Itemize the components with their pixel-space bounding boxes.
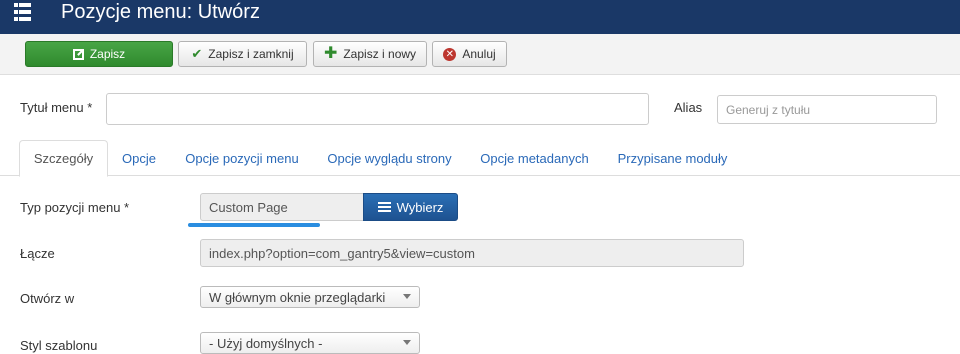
alias-input[interactable]: Generuj z tytułu <box>717 95 937 124</box>
alias-label: Alias <box>674 100 703 115</box>
cancel-button[interactable]: ✕ Anuluj <box>432 41 507 67</box>
title-label: Tytuł menu * <box>20 100 93 115</box>
menu-item-type-label: Typ pozycji menu * <box>20 200 130 215</box>
tab-menu-item-options[interactable]: Opcje pozycji menu <box>176 140 308 176</box>
title-input[interactable] <box>106 93 649 125</box>
tab-details[interactable]: Szczegóły <box>19 140 108 177</box>
chevron-down-icon <box>403 294 411 299</box>
cancel-icon: ✕ <box>443 47 457 61</box>
open-in-select[interactable]: W głównym oknie przeglądarki <box>200 286 420 308</box>
save-and-new-button[interactable]: ✚ Zapisz i nowy <box>313 41 427 67</box>
save-button[interactable]: Zapisz <box>25 41 173 67</box>
tab-bar: Szczegóły Opcje Opcje pozycji menu Opcje… <box>0 140 960 177</box>
plus-icon: ✚ <box>323 45 338 62</box>
check-icon: ✔ <box>191 46 203 61</box>
link-field: index.php?option=com_gantry5&view=custom <box>200 239 744 267</box>
tab-metadata-options[interactable]: Opcje metadanych <box>473 140 596 176</box>
list-icon <box>377 202 391 212</box>
edit-icon <box>72 48 84 60</box>
page-header: Pozycje menu: Utwórz <box>0 0 960 34</box>
open-in-label: Otwórz w <box>20 291 75 306</box>
tab-options[interactable]: Opcje <box>114 140 164 176</box>
chevron-down-icon <box>403 340 411 345</box>
highlight-underline <box>188 223 320 227</box>
save-and-close-button[interactable]: ✔ Zapisz i zamknij <box>178 41 307 67</box>
template-style-label: Styl szablonu <box>20 338 98 353</box>
link-label: Łącze <box>20 246 55 261</box>
page-title: Pozycje menu: Utwórz <box>61 1 260 23</box>
tab-page-display-options[interactable]: Opcje wyglądu strony <box>319 140 460 176</box>
choose-type-button[interactable]: Wybierz <box>363 193 458 221</box>
toolbar: Zapisz ✔ Zapisz i zamknij ✚ Zapisz i now… <box>0 34 960 75</box>
tab-module-assignment[interactable]: Przypisane moduły <box>609 140 736 176</box>
template-style-select[interactable]: - Użyj domyślnych - <box>200 332 420 354</box>
menu-item-type-field: Custom Page <box>200 193 364 221</box>
menu-list-icon <box>14 3 31 21</box>
